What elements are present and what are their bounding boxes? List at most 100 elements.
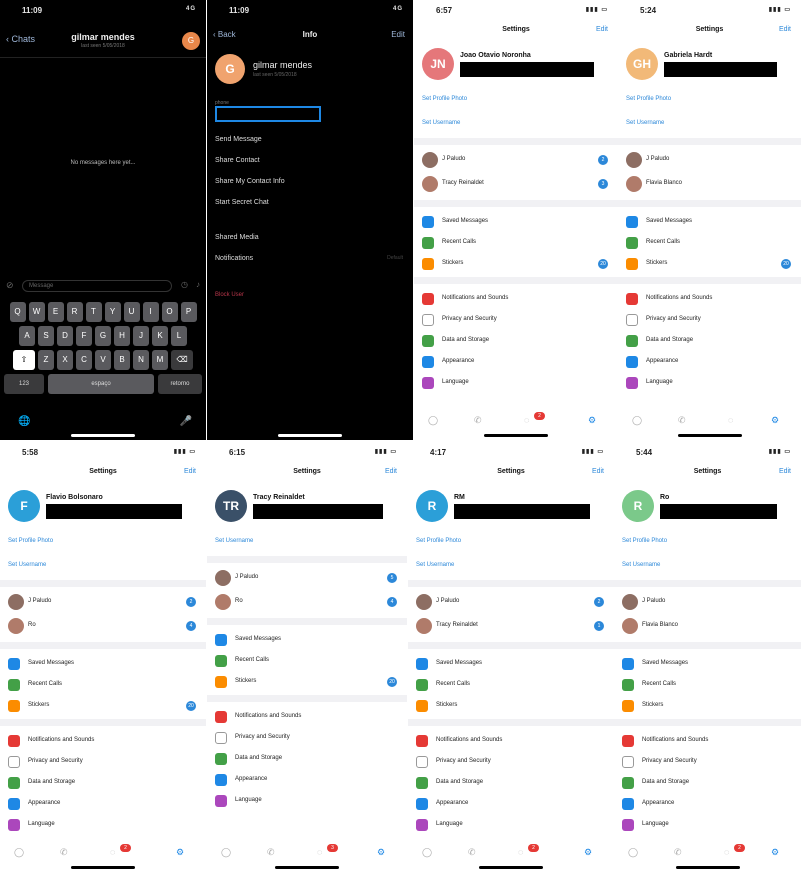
privacy-item[interactable]: Privacy and Security (8, 754, 200, 770)
account-item[interactable]: J Paludo 2 (416, 594, 608, 610)
account-item[interactable]: J Paludo (626, 152, 795, 168)
settings-tab-icon[interactable]: ⚙ (771, 415, 779, 426)
key-r[interactable]: R (66, 302, 83, 322)
globe-icon[interactable]: 🌐 (18, 416, 30, 427)
calls-tab-icon[interactable]: ✆ (468, 847, 476, 858)
key-e[interactable]: E (47, 302, 64, 322)
key-y[interactable]: Y (104, 302, 121, 322)
language-item[interactable]: Language (626, 375, 795, 391)
account-item[interactable]: Ro 4 (215, 594, 401, 610)
stickers-item[interactable]: Stickers 20 (215, 674, 401, 690)
saved-messages-item[interactable]: Saved Messages (626, 214, 795, 230)
account-item[interactable]: J Paludo 2 (8, 594, 200, 610)
set-username-link[interactable]: Set Username (215, 538, 253, 544)
contacts-tab-icon[interactable]: ◯ (628, 847, 638, 858)
settings-tab-icon[interactable]: ⚙ (176, 847, 184, 858)
stickers-item[interactable]: Stickers 20 (8, 698, 200, 714)
language-item[interactable]: Language (422, 375, 612, 391)
set-profile-photo-link[interactable]: Set Profile Photo (416, 538, 461, 544)
appearance-item[interactable]: Appearance (8, 796, 200, 812)
key-g[interactable]: G (95, 326, 111, 346)
language-item[interactable]: Language (622, 817, 795, 833)
notifications-item[interactable]: Notifications and Sounds (626, 291, 795, 307)
calls-tab-icon[interactable]: ✆ (674, 847, 682, 858)
avatar[interactable]: JN (422, 48, 454, 80)
privacy-item[interactable]: Privacy and Security (422, 312, 612, 328)
appearance-item[interactable]: Appearance (416, 796, 608, 812)
avatar[interactable]: TR (215, 490, 247, 522)
stickers-item[interactable]: Stickers 20 (626, 256, 795, 272)
data-storage-item[interactable]: Data and Storage (626, 333, 795, 349)
key-h[interactable]: H (114, 326, 130, 346)
recent-calls-item[interactable]: Recent Calls (8, 677, 200, 693)
key-f[interactable]: F (76, 326, 92, 346)
settings-tab-icon[interactable]: ⚙ (771, 847, 779, 858)
key-t[interactable]: T (85, 302, 102, 322)
data-storage-item[interactable]: Data and Storage (622, 775, 795, 791)
mic-icon[interactable]: ♪ (196, 280, 200, 289)
backspace-key[interactable]: ⌫ (171, 350, 193, 370)
set-profile-photo-link[interactable]: Set Profile Photo (422, 96, 467, 102)
data-storage-item[interactable]: Data and Storage (422, 333, 612, 349)
key-k[interactable]: K (152, 326, 168, 346)
attach-icon[interactable]: ⊘ (6, 280, 14, 291)
avatar[interactable]: G (215, 54, 245, 84)
edit-button[interactable]: Edit (779, 26, 791, 33)
chat-title[interactable]: gilmar mendes (0, 32, 206, 42)
notifications-item[interactable]: Notifications and Sounds (8, 733, 200, 749)
chats-tab-icon[interactable]: ◌ (728, 415, 733, 425)
appearance-item[interactable]: Appearance (626, 354, 795, 370)
settings-tab-icon[interactable]: ⚙ (588, 415, 596, 426)
language-item[interactable]: Language (416, 817, 608, 833)
recent-calls-item[interactable]: Recent Calls (422, 235, 612, 251)
info-action-item[interactable]: Share My Contact Info (215, 178, 285, 199)
notifications-item[interactable]: Notifications and Sounds (422, 291, 612, 307)
key-c[interactable]: C (76, 350, 92, 370)
contacts-tab-icon[interactable]: ◯ (14, 847, 24, 858)
calls-tab-icon[interactable]: ✆ (267, 847, 275, 858)
avatar[interactable]: R (416, 490, 448, 522)
message-input[interactable]: Message (22, 280, 172, 292)
key-q[interactable]: Q (9, 302, 26, 322)
stickers-item[interactable]: Stickers (416, 698, 608, 714)
set-username-link[interactable]: Set Username (416, 562, 454, 568)
language-item[interactable]: Language (215, 793, 401, 809)
account-item[interactable]: J Paludo 2 (422, 152, 612, 168)
key-a[interactable]: A (19, 326, 35, 346)
shared-media-item[interactable]: Shared Media (215, 234, 407, 255)
key-m[interactable]: M (152, 350, 168, 370)
saved-messages-item[interactable]: Saved Messages (8, 656, 200, 672)
saved-messages-item[interactable]: Saved Messages (215, 632, 401, 648)
contacts-tab-icon[interactable]: ◯ (422, 847, 432, 858)
notifications-item[interactable]: Notifications and Sounds (622, 733, 795, 749)
appearance-item[interactable]: Appearance (422, 354, 612, 370)
key-b[interactable]: B (114, 350, 130, 370)
dictation-icon[interactable]: 🎤 (180, 416, 192, 427)
account-item[interactable]: J Paludo 5 (215, 570, 401, 586)
key-x[interactable]: X (57, 350, 73, 370)
edit-button[interactable]: Edit (184, 468, 196, 475)
appearance-item[interactable]: Appearance (622, 796, 795, 812)
settings-tab-icon[interactable]: ⚙ (377, 847, 385, 858)
notifications-item[interactable]: Notifications Default (215, 255, 407, 276)
key-j[interactable]: J (133, 326, 149, 346)
set-username-link[interactable]: Set Username (422, 120, 460, 126)
key-z[interactable]: Z (38, 350, 54, 370)
account-item[interactable]: Tracy Reinaldet 1 (416, 618, 608, 634)
return-key[interactable]: retorno (158, 374, 202, 394)
edit-button[interactable]: Edit (779, 468, 791, 475)
avatar[interactable]: G (182, 32, 200, 50)
chats-tab-icon[interactable]: ◌ (518, 847, 523, 857)
set-profile-photo-link[interactable]: Set Profile Photo (622, 538, 667, 544)
info-action-item[interactable]: Start Secret Chat (215, 199, 285, 220)
account-item[interactable]: Tracy Reinaldet 3 (422, 176, 612, 192)
privacy-item[interactable]: Privacy and Security (215, 730, 401, 746)
notifications-item[interactable]: Notifications and Sounds (215, 709, 401, 725)
chats-tab-icon[interactable]: ◌ (524, 415, 529, 425)
data-storage-item[interactable]: Data and Storage (416, 775, 608, 791)
recent-calls-item[interactable]: Recent Calls (215, 653, 401, 669)
avatar[interactable]: F (8, 490, 40, 522)
recent-calls-item[interactable]: Recent Calls (626, 235, 795, 251)
notifications-item[interactable]: Notifications and Sounds (416, 733, 608, 749)
recent-calls-item[interactable]: Recent Calls (622, 677, 795, 693)
